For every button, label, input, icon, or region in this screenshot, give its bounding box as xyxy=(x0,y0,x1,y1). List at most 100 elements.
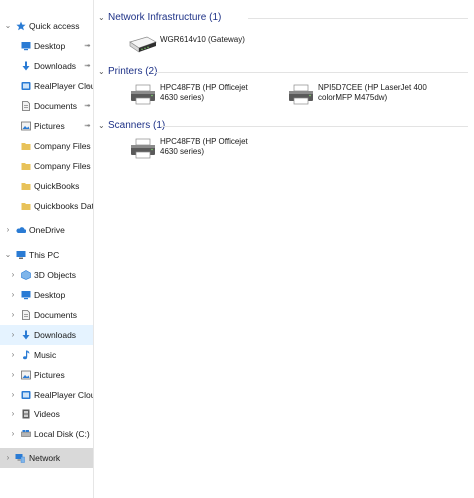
group-header-printers[interactable]: ⌄ Printers (2) xyxy=(98,65,468,79)
device-printer-npi5d7cee[interactable]: NPI5D7CEE (HP LaserJet 400 colorMFP M475… xyxy=(286,83,436,109)
chevron-down-icon[interactable]: ⌄ xyxy=(4,245,12,265)
chevron-right-icon[interactable]: › xyxy=(9,404,17,424)
chevron-right-icon[interactable]: › xyxy=(9,365,17,385)
nav-pc-videos[interactable]: › Videos xyxy=(0,404,93,424)
nav-label: RealPlayer Cloud xyxy=(34,390,93,400)
nav-label: Music xyxy=(34,350,57,360)
folder-icon xyxy=(21,143,31,150)
device-name: WGR614v10 (Gateway) xyxy=(160,35,245,44)
pin-icon: ➟ xyxy=(84,121,91,130)
pin-icon: ➟ xyxy=(84,81,91,90)
nav-pc-desktop[interactable]: › Desktop xyxy=(0,285,93,305)
chevron-right-icon[interactable]: › xyxy=(4,220,12,240)
desktop-icon xyxy=(21,42,31,51)
device-scanner-hpc48f7b[interactable]: HPC48F7B (HP Officejet 4630 series) xyxy=(128,137,268,163)
onedrive-icon xyxy=(16,227,26,233)
pin-icon: ➟ xyxy=(84,61,91,70)
nav-label: Downloads xyxy=(34,330,77,340)
nav-label: This PC xyxy=(29,250,60,260)
chevron-right-icon[interactable]: › xyxy=(9,265,17,285)
documents-icon xyxy=(22,310,30,320)
navigation-pane: ⌄ Quick access Desktop ➟ Downloads ➟ Rea… xyxy=(0,0,94,498)
device-name: NPI5D7CEE (HP LaserJet 400 colorMFP M475… xyxy=(318,83,427,102)
downloads-icon xyxy=(22,330,30,340)
nav-quick-company-files-2[interactable]: Company Files xyxy=(0,156,93,176)
device-name: HPC48F7B (HP Officejet 4630 series) xyxy=(160,137,248,156)
chevron-right-icon[interactable]: › xyxy=(9,424,17,444)
nav-quick-downloads[interactable]: Downloads ➟ xyxy=(0,56,93,76)
nav-quick-documents[interactable]: Documents ➟ xyxy=(0,96,93,116)
group-header-scanners[interactable]: ⌄ Scanners (1) xyxy=(98,119,468,133)
nav-quick-quickbooks[interactable]: QuickBooks xyxy=(0,176,93,196)
nav-this-pc[interactable]: ⌄ This PC xyxy=(0,245,93,265)
chevron-right-icon[interactable]: › xyxy=(9,325,17,345)
nav-label: Local Disk (C:) xyxy=(34,429,90,439)
chevron-down-icon[interactable]: ⌄ xyxy=(98,65,106,79)
group-divider xyxy=(161,126,468,127)
chevron-right-icon[interactable]: › xyxy=(4,448,12,468)
nav-onedrive[interactable]: › OneDrive xyxy=(0,220,93,240)
group-title: Printers (2) xyxy=(108,66,158,77)
folder-icon xyxy=(21,183,31,190)
videos-icon xyxy=(22,409,30,419)
nav-label: Pictures xyxy=(34,121,65,131)
nav-label: Desktop xyxy=(34,41,66,51)
nav-label: Documents xyxy=(34,101,77,111)
scanner-icon xyxy=(131,138,155,159)
nav-label: 3D Objects xyxy=(34,270,77,280)
nav-pc-realplayer[interactable]: › RealPlayer Cloud xyxy=(0,385,93,405)
nav-quick-company-files-1[interactable]: Company Files xyxy=(0,136,93,156)
folder-icon xyxy=(21,203,31,210)
printer-icon xyxy=(131,84,155,105)
device-name: HPC48F7B (HP Officejet 4630 series) xyxy=(160,83,248,102)
chevron-down-icon[interactable]: ⌄ xyxy=(98,11,106,25)
nav-label: Downloads xyxy=(34,61,77,71)
nav-label: QuickBooks xyxy=(34,181,80,191)
chevron-down-icon[interactable]: ⌄ xyxy=(98,119,106,133)
computer-icon xyxy=(16,251,26,259)
chevron-right-icon[interactable]: › xyxy=(9,305,17,325)
group-header-network-infrastructure[interactable]: ⌄ Network Infrastructure (1) xyxy=(98,11,468,25)
chevron-down-icon[interactable]: ⌄ xyxy=(4,16,12,36)
router-icon xyxy=(129,36,157,53)
nav-quick-quickbooks-data[interactable]: Quickbooks Data xyxy=(0,196,93,216)
pin-icon: ➟ xyxy=(84,101,91,110)
group-title: Network Infrastructure (1) xyxy=(108,12,222,23)
nav-label: Network xyxy=(29,453,61,463)
music-icon xyxy=(23,350,30,360)
nav-label: Company Files xyxy=(34,141,91,151)
group-title: Scanners (1) xyxy=(108,120,166,131)
nav-label: Videos xyxy=(34,409,60,419)
nav-label: Quickbooks Data xyxy=(34,201,93,211)
downloads-icon xyxy=(22,61,30,71)
realplayer-icon xyxy=(21,82,31,90)
nav-pc-local-disk[interactable]: › Local Disk (C:) xyxy=(0,424,93,444)
pin-icon: ➟ xyxy=(84,41,91,50)
chevron-right-icon[interactable]: › xyxy=(9,285,17,305)
chevron-right-icon[interactable]: › xyxy=(9,385,17,405)
nav-label: Pictures xyxy=(34,370,65,380)
documents-icon xyxy=(22,101,30,111)
star-icon xyxy=(16,21,26,31)
pictures-icon xyxy=(21,121,31,131)
chevron-right-icon[interactable]: › xyxy=(9,345,17,365)
nav-quick-realplayer[interactable]: RealPlayer Clou ➟ xyxy=(0,76,93,96)
device-router[interactable]: WGR614v10 (Gateway) xyxy=(128,33,308,59)
nav-quick-desktop[interactable]: Desktop ➟ xyxy=(0,36,93,56)
nav-pc-pictures[interactable]: › Pictures xyxy=(0,365,93,385)
nav-pc-documents[interactable]: › Documents xyxy=(0,305,93,325)
nav-pc-3d-objects[interactable]: › 3D Objects xyxy=(0,265,93,285)
printer-icon xyxy=(289,84,313,105)
nav-quick-pictures[interactable]: Pictures ➟ xyxy=(0,116,93,136)
nav-label: Company Files xyxy=(34,161,91,171)
device-printer-hpc48f7b[interactable]: HPC48F7B (HP Officejet 4630 series) xyxy=(128,83,268,109)
3d-objects-icon xyxy=(21,270,31,280)
nav-pc-music[interactable]: › Music xyxy=(0,345,93,365)
nav-quick-access[interactable]: ⌄ Quick access xyxy=(0,16,93,36)
pictures-icon xyxy=(21,370,31,380)
nav-network[interactable]: › Network xyxy=(0,448,93,468)
nav-label: Quick access xyxy=(29,21,80,31)
nav-pc-downloads[interactable]: › Downloads xyxy=(0,325,93,345)
folder-icon xyxy=(21,163,31,170)
network-icon xyxy=(15,454,25,463)
